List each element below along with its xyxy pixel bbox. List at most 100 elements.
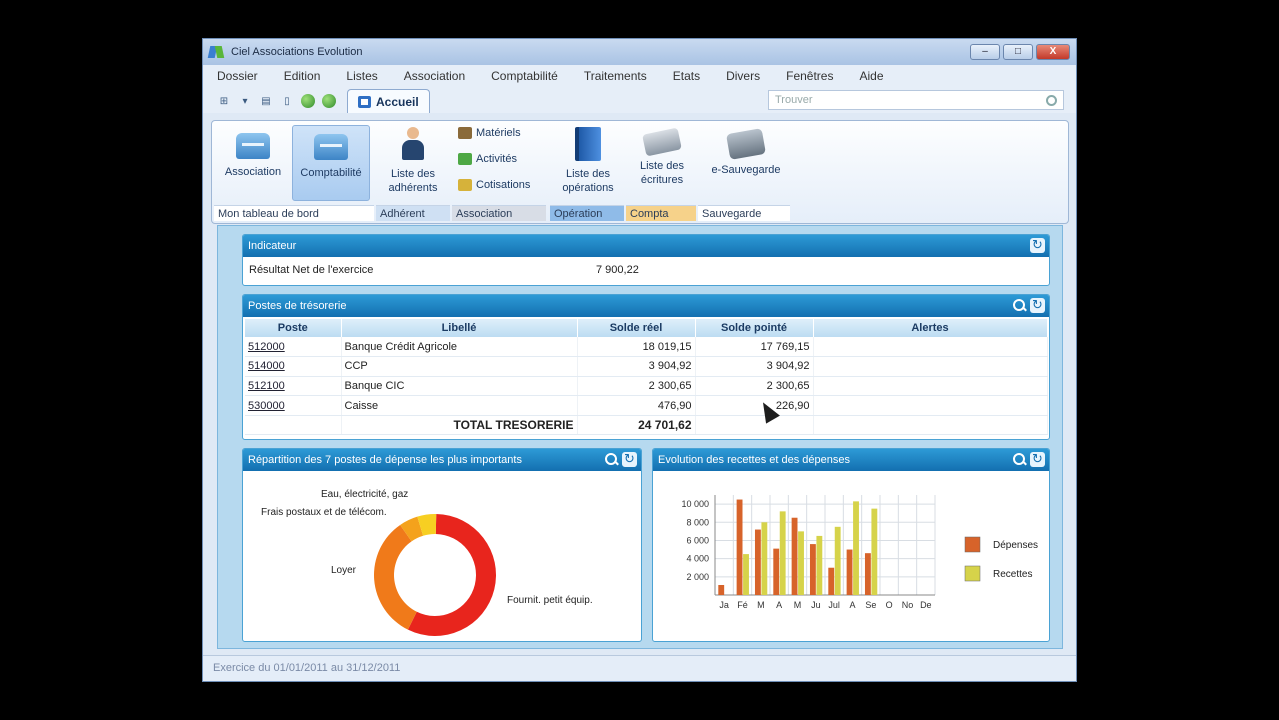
- solde-reel-cell: 2 300,65: [577, 376, 696, 397]
- bar-dépenses[interactable]: [846, 549, 853, 595]
- donut-title: Répartition des 7 postes de dépense les …: [248, 454, 522, 466]
- menu-fenetres[interactable]: Fenêtres: [786, 69, 833, 83]
- association-button[interactable]: Association: [216, 127, 290, 199]
- globe-icon[interactable]: [299, 92, 317, 110]
- libelle-cell: CCP: [341, 356, 578, 377]
- col-solde-pointe[interactable]: Solde pointé: [695, 319, 814, 337]
- liste-adherents-button[interactable]: Liste des adhérents: [378, 125, 448, 201]
- bar-dépenses[interactable]: [754, 529, 761, 595]
- legend-label: Recettes: [993, 569, 1032, 580]
- table-row[interactable]: 512100 Banque CIC 2 300,65 2 300,65: [245, 376, 1048, 397]
- poste-cell[interactable]: 514000: [245, 356, 342, 377]
- group-label-tableau: Mon tableau de bord: [214, 205, 374, 221]
- menu-comptabilite[interactable]: Comptabilité: [491, 69, 558, 83]
- bar-recettes[interactable]: [834, 526, 841, 595]
- menu-listes[interactable]: Listes: [346, 69, 377, 83]
- document-icon[interactable]: ▯: [278, 92, 296, 110]
- menu-divers[interactable]: Divers: [726, 69, 760, 83]
- zoom-icon[interactable]: [1012, 452, 1027, 467]
- bar-chart: 10 0008 0006 0004 0002 000Ja Fé M A M Ju Jul A S…: [681, 495, 1038, 610]
- liste-adherents-label: Liste des adhérents: [388, 168, 438, 194]
- tab-accueil[interactable]: Accueil: [347, 89, 430, 113]
- legend-swatch: [964, 565, 981, 582]
- table-row[interactable]: 512000 Banque Crédit Agricole 18 019,15 …: [245, 337, 1048, 358]
- e-sauvegarde-button[interactable]: e-Sauvegarde: [700, 125, 792, 201]
- y-tick-label: 8 000: [686, 517, 709, 527]
- menu-association[interactable]: Association: [404, 69, 465, 83]
- ribbon: Association Comptabilité Mon tableau de …: [211, 120, 1069, 224]
- libelle-cell: Banque Crédit Agricole: [341, 337, 578, 358]
- chevron-down-icon[interactable]: ▾: [236, 92, 254, 110]
- bar-recettes[interactable]: [798, 531, 804, 595]
- search-icon[interactable]: [1046, 94, 1057, 106]
- col-alertes[interactable]: Alertes: [813, 319, 1048, 337]
- total-label: TOTAL TRESORERIE: [341, 415, 578, 436]
- col-libelle[interactable]: Libellé: [341, 319, 578, 337]
- liste-operations-button[interactable]: Liste des opérations: [552, 125, 624, 201]
- card-icon: [642, 127, 682, 157]
- recettes-depenses-panel: Evolution des recettes et des dépenses 1…: [652, 448, 1050, 642]
- x-tick-label: M: [794, 600, 802, 610]
- solde-reel-cell: 18 019,15: [577, 337, 696, 358]
- menu-bar: Dossier Edition Listes Association Compt…: [203, 65, 1076, 87]
- donut-header: Répartition des 7 postes de dépense les …: [243, 449, 641, 471]
- refresh-icon[interactable]: [1030, 235, 1045, 256]
- menu-aide[interactable]: Aide: [859, 69, 883, 83]
- donut-slice-label: Eau, électricité, gaz: [321, 489, 408, 500]
- materiels-item[interactable]: Matériels: [458, 127, 521, 139]
- web-icon[interactable]: [320, 92, 338, 110]
- bar-recettes[interactable]: [853, 501, 859, 595]
- liste-ecritures-button[interactable]: Liste des écritures: [628, 125, 696, 201]
- legend-label: Dépenses: [993, 540, 1038, 551]
- search-placeholder: Trouver: [775, 94, 813, 106]
- comptabilite-icon: [314, 134, 348, 160]
- bar-recettes[interactable]: [743, 554, 749, 595]
- menu-etats[interactable]: Etats: [673, 69, 700, 83]
- bar-recettes[interactable]: [761, 522, 768, 595]
- alertes-cell: [813, 337, 1048, 358]
- bar-dépenses[interactable]: [828, 567, 835, 595]
- group-label-operation: Opération: [550, 205, 624, 221]
- menu-edition[interactable]: Edition: [284, 69, 321, 83]
- search-input[interactable]: Trouver: [768, 90, 1064, 110]
- bar-recettes[interactable]: [871, 508, 878, 595]
- activites-item[interactable]: Activités: [458, 153, 517, 165]
- minimize-button[interactable]: –: [970, 44, 1000, 60]
- poste-cell[interactable]: 512000: [245, 337, 342, 358]
- layout-grid-icon[interactable]: ⊞: [215, 92, 233, 110]
- table-row[interactable]: 530000 Caisse 476,90 226,90: [245, 395, 1048, 416]
- bar-dépenses[interactable]: [791, 517, 798, 595]
- libelle-cell: Caisse: [341, 395, 578, 416]
- maximize-button[interactable]: □: [1003, 44, 1033, 60]
- cotisations-item[interactable]: Cotisations: [458, 179, 530, 191]
- bar-dépenses[interactable]: [736, 499, 743, 595]
- bar-dépenses[interactable]: [864, 553, 871, 595]
- col-poste[interactable]: Poste: [245, 319, 342, 337]
- x-tick-label: A: [849, 600, 855, 610]
- menu-dossier[interactable]: Dossier: [217, 69, 258, 83]
- comptabilite-button[interactable]: Comptabilité: [292, 125, 370, 201]
- zoom-icon[interactable]: [1012, 298, 1027, 313]
- col-solde-reel[interactable]: Solde réel: [577, 319, 696, 337]
- bar-recettes[interactable]: [779, 511, 786, 595]
- refresh-icon[interactable]: [1030, 449, 1045, 470]
- bar-recettes[interactable]: [816, 535, 823, 595]
- bar-dépenses[interactable]: [773, 548, 780, 595]
- poste-cell[interactable]: 530000: [245, 395, 342, 416]
- menu-traitements[interactable]: Traitements: [584, 69, 647, 83]
- total-spacer: [813, 415, 1048, 436]
- refresh-icon[interactable]: [622, 449, 637, 470]
- bar-dépenses[interactable]: [809, 544, 816, 595]
- printer-icon[interactable]: ▤: [257, 92, 275, 110]
- x-tick-label: M: [757, 600, 765, 610]
- x-tick-label: No: [902, 600, 914, 610]
- bar-dépenses[interactable]: [718, 585, 725, 595]
- donut-slice[interactable]: [374, 524, 417, 630]
- poste-cell[interactable]: 512100: [245, 376, 342, 397]
- close-button[interactable]: X: [1036, 44, 1070, 60]
- refresh-icon[interactable]: [1030, 295, 1045, 316]
- zoom-icon[interactable]: [604, 452, 619, 467]
- tresorerie-table: Poste Libellé Solde réel Solde pointé Al…: [245, 319, 1048, 436]
- table-row[interactable]: 514000 CCP 3 904,92 3 904,92: [245, 356, 1048, 377]
- bar-header: Evolution des recettes et des dépenses: [653, 449, 1049, 471]
